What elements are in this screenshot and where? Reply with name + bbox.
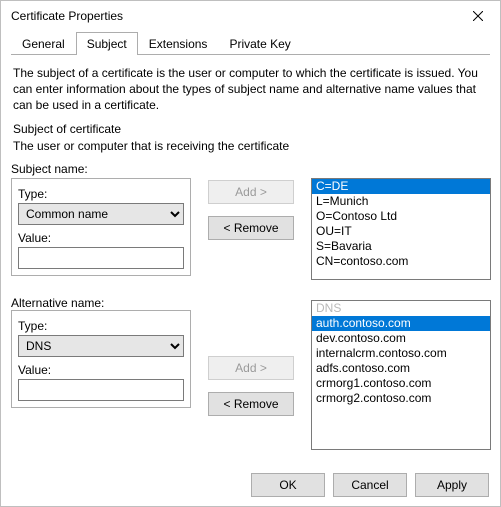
alt-list-item[interactable]: auth.contoso.com	[312, 316, 490, 331]
subject-listbox[interactable]: C=DEL=MunichO=Contoso LtdOU=ITS=BavariaC…	[311, 178, 491, 280]
close-icon	[473, 11, 483, 21]
alt-mid-buttons: Add > < Remove	[201, 296, 301, 416]
subject-remove-button[interactable]: < Remove	[208, 216, 294, 240]
alt-listbox[interactable]: DNSauth.contoso.comdev.contoso.comintern…	[311, 300, 491, 450]
alt-value-label: Value:	[18, 363, 184, 377]
window-title: Certificate Properties	[11, 9, 123, 23]
client-area: General Subject Extensions Private Key T…	[1, 31, 500, 460]
alt-list-item[interactable]: adfs.contoso.com	[312, 361, 490, 376]
subject-name-grid: Subject name: Type: Common name Value: A…	[11, 162, 490, 280]
tab-description: The subject of a certificate is the user…	[13, 65, 488, 114]
subject-list-item[interactable]: CN=contoso.com	[312, 254, 490, 269]
subject-name-panel: Type: Common name Value:	[11, 178, 191, 276]
alt-name-heading: Alternative name:	[11, 296, 191, 310]
subject-type-label: Type:	[18, 187, 184, 201]
tab-extensions[interactable]: Extensions	[138, 32, 219, 55]
dialog-button-bar: OK Cancel Apply	[251, 473, 489, 497]
alt-name-section: Alternative name: Type: DNS Value: Add >…	[11, 296, 490, 450]
apply-button[interactable]: Apply	[415, 473, 489, 497]
subject-type-select[interactable]: Common name	[18, 203, 184, 225]
alt-list-item[interactable]: internalcrm.contoso.com	[312, 346, 490, 361]
tab-private-key[interactable]: Private Key	[218, 32, 301, 55]
tab-general[interactable]: General	[11, 32, 76, 55]
alt-list-item[interactable]: crmorg2.contoso.com	[312, 391, 490, 406]
section-heading: Subject of certificate	[13, 122, 488, 136]
subject-list-item[interactable]: O=Contoso Ltd	[312, 209, 490, 224]
cancel-button[interactable]: Cancel	[333, 473, 407, 497]
subject-list-item[interactable]: C=DE	[312, 179, 490, 194]
subject-mid-buttons: Add > < Remove	[201, 162, 301, 240]
subject-name-heading: Subject name:	[11, 162, 191, 176]
alt-value-input[interactable]	[18, 379, 184, 401]
subject-value-label: Value:	[18, 231, 184, 245]
ok-button[interactable]: OK	[251, 473, 325, 497]
section-desc: The user or computer that is receiving t…	[13, 138, 488, 154]
close-button[interactable]	[456, 1, 500, 31]
tabstrip: General Subject Extensions Private Key	[11, 31, 490, 55]
subject-list-item[interactable]: OU=IT	[312, 224, 490, 239]
alt-list-header: DNS	[312, 301, 490, 316]
subject-list-item[interactable]: S=Bavaria	[312, 239, 490, 254]
subject-list-item[interactable]: L=Munich	[312, 194, 490, 209]
alt-type-select[interactable]: DNS	[18, 335, 184, 357]
titlebar: Certificate Properties	[1, 1, 500, 31]
alt-type-label: Type:	[18, 319, 184, 333]
subject-add-button[interactable]: Add >	[208, 180, 294, 204]
subject-value-input[interactable]	[18, 247, 184, 269]
alt-list-item[interactable]: dev.contoso.com	[312, 331, 490, 346]
alt-remove-button[interactable]: < Remove	[208, 392, 294, 416]
alt-add-button[interactable]: Add >	[208, 356, 294, 380]
alt-name-panel: Type: DNS Value:	[11, 310, 191, 408]
alt-list-item[interactable]: crmorg1.contoso.com	[312, 376, 490, 391]
tab-subject[interactable]: Subject	[76, 32, 138, 55]
